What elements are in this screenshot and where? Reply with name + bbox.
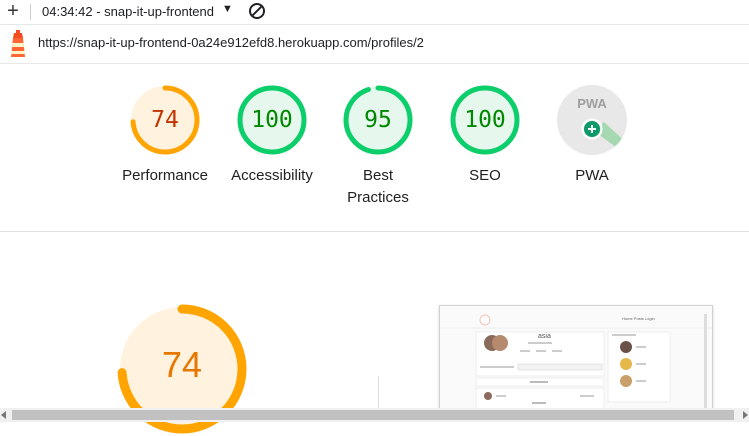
best-practices-gauge[interactable]: 95 [342,84,414,156]
scroll-left-arrow-icon[interactable] [1,411,6,419]
url-bar: https://snap-it-up-frontend-0a24e912efd8… [0,25,749,64]
seo-score: 100 [464,107,506,133]
block-icon[interactable] [248,2,266,20]
scroll-right-arrow-icon[interactable] [743,411,748,419]
performance-score: 74 [151,107,179,133]
audited-url[interactable]: https://snap-it-up-frontend-0a24e912efd8… [38,35,424,50]
lighthouse-logo-icon [11,30,25,57]
preview-username: asia [538,333,551,340]
best-practices-label[interactable]: Best Practices [323,165,433,209]
report-selector[interactable]: 04:34:42 - snap-it-up-frontend [42,4,214,19]
accessibility-score: 100 [251,107,293,133]
caret-down-icon[interactable]: ▼ [222,3,233,15]
accessibility-gauge[interactable]: 100 [236,84,308,156]
performance-label[interactable]: Performance [110,165,220,187]
best-practices-score: 95 [364,107,392,133]
lighthouse-toolbar: + 04:34:42 - snap-it-up-frontend ▼ [0,0,749,25]
scrollbar-thumb[interactable] [12,410,734,420]
preview-nav-text: Home Posts Login [622,316,655,321]
toolbar-separator [30,4,31,20]
pwa-label[interactable]: PWA [537,165,647,187]
accessibility-label[interactable]: Accessibility [217,165,327,187]
plus-icon[interactable]: + [4,0,22,22]
pwa-badge-gauge[interactable]: PWA [556,84,628,156]
pwa-badge-text: PWA [577,96,607,111]
section-divider [0,231,749,232]
final-screenshot-thumbnail[interactable]: Home Posts Login asia [439,305,713,417]
page-preview-image: Home Posts Login asia [440,306,712,416]
pwa-badge-icon: PWA [557,85,627,155]
horizontal-scrollbar[interactable] [0,408,749,422]
performance-gauge[interactable]: 74 [129,84,201,156]
seo-gauge[interactable]: 100 [449,84,521,156]
seo-label[interactable]: SEO [430,165,540,187]
